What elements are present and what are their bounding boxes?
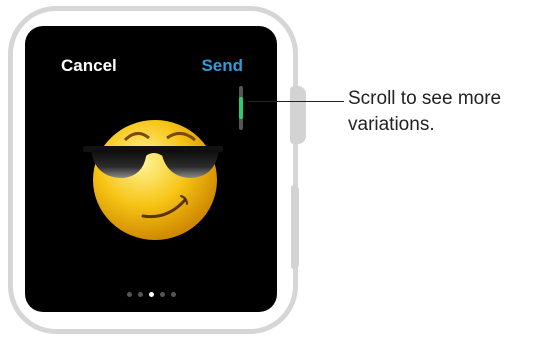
callout-line	[248, 101, 344, 102]
sunglasses-emoji-icon[interactable]	[81, 110, 225, 240]
digital-crown[interactable]	[290, 86, 306, 144]
scroll-indicator-thumb	[239, 97, 243, 119]
watch-screen: Cancel Send	[25, 26, 277, 312]
cancel-button[interactable]: Cancel	[61, 56, 117, 76]
page-indicator	[25, 284, 277, 302]
callout-text: Scroll to see more variations.	[348, 88, 502, 135]
page-dot	[137, 292, 143, 297]
page-dot	[159, 292, 165, 297]
side-button[interactable]	[291, 185, 299, 269]
page-dot	[170, 292, 176, 297]
page-dot	[126, 292, 132, 297]
scroll-indicator	[239, 86, 243, 130]
page-dot	[148, 292, 154, 297]
send-button[interactable]: Send	[201, 56, 243, 76]
